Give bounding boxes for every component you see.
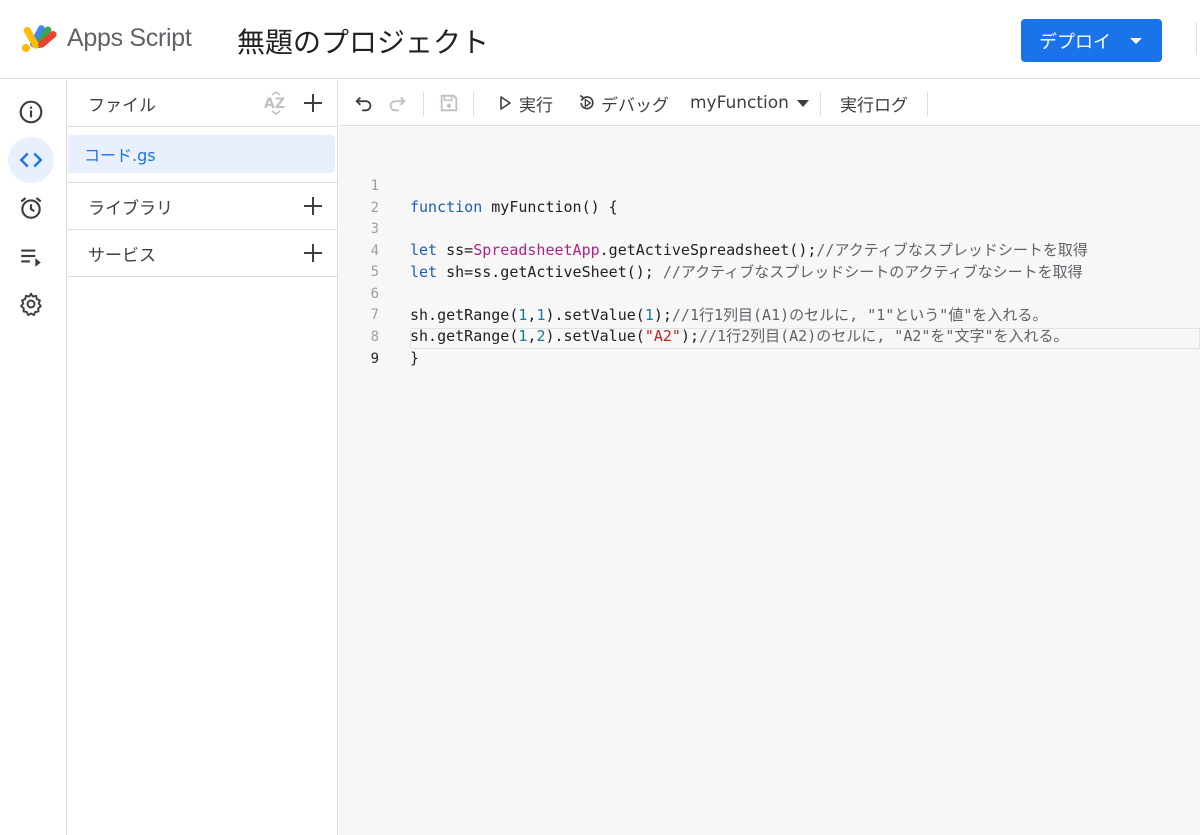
code-icon <box>19 152 43 168</box>
toolbar-separator <box>423 92 424 116</box>
function-select[interactable]: myFunction <box>690 80 809 126</box>
files-section-label: ファイル <box>88 95 156 116</box>
code-line[interactable]: 2 <box>339 177 1200 216</box>
gear-icon <box>20 292 42 317</box>
caret-down-icon <box>1130 38 1142 44</box>
save-button[interactable] <box>438 80 460 126</box>
play-icon <box>500 96 511 110</box>
redo-icon <box>389 96 406 112</box>
code-text: } <box>410 349 420 367</box>
code-line[interactable]: 7 sh.getRange(1,2).setValue("A2");//1行2列… <box>339 284 1200 345</box>
executions-list-icon <box>21 249 41 267</box>
left-nav-rail <box>0 80 67 835</box>
deploy-button[interactable]: デプロイ <box>1021 19 1162 62</box>
run-button[interactable]: 実行 <box>497 80 553 126</box>
save-disk-icon <box>440 94 458 112</box>
rail-item-triggers[interactable] <box>8 185 54 231</box>
debug-icon <box>579 94 594 110</box>
code-line[interactable]: 6 sh.getRange(1,1).setValue(1);//1行1列目(A… <box>339 263 1200 324</box>
add-service-plus-icon[interactable] <box>301 241 325 265</box>
header-divider <box>1196 22 1197 54</box>
alarm-clock-icon <box>20 197 42 219</box>
code-line[interactable]: 1 function myFunction() { <box>339 155 1200 216</box>
services-section-header: サービス <box>68 230 337 277</box>
run-button-label: 実行 <box>519 95 553 116</box>
debug-button-label: デバッグ <box>601 95 669 116</box>
undo-icon <box>355 96 372 112</box>
code-line[interactable]: 4 let sh=ss.getActiveSheet(); //アクティブなスプ… <box>339 220 1200 281</box>
caret-down-icon <box>796 99 809 107</box>
services-section-label: サービス <box>88 245 156 266</box>
debug-button[interactable]: デバッグ <box>577 80 669 126</box>
sort-az-icon[interactable]: AZ <box>263 91 289 115</box>
files-section-header: ファイル AZ <box>68 80 337 127</box>
redo-button[interactable] <box>386 80 408 126</box>
svg-text:AZ: AZ <box>264 96 285 112</box>
add-file-plus-icon[interactable] <box>301 91 325 115</box>
editor-toolbar: 実行 デバッグ myFunction 実行ログ <box>339 80 1200 126</box>
execution-log-button[interactable]: 実行ログ <box>840 80 908 126</box>
toolbar-separator <box>820 92 821 116</box>
rail-item-settings[interactable] <box>8 281 54 327</box>
libraries-section-label: ライブラリ <box>88 198 173 219</box>
rail-item-overview[interactable] <box>8 89 54 135</box>
toolbar-separator <box>927 92 928 116</box>
add-library-plus-icon[interactable] <box>301 194 325 218</box>
info-icon <box>19 100 43 124</box>
execution-log-label: 実行ログ <box>840 95 908 116</box>
file-panel: ファイル AZ コード.gs ライブラリ サービス <box>68 80 338 835</box>
file-item-code-gs[interactable]: コード.gs <box>68 135 335 173</box>
deploy-button-label: デプロイ <box>1039 31 1111 53</box>
code-editor[interactable]: 1 function myFunction() { 2 3 let ss=Spr… <box>339 127 1200 835</box>
code-line[interactable]: 8 } <box>339 306 1200 367</box>
undo-button[interactable] <box>353 80 375 126</box>
libraries-section-header: ライブラリ <box>68 183 337 230</box>
rail-item-editor[interactable] <box>8 137 54 183</box>
code-line[interactable]: 9 <box>339 328 1200 367</box>
toolbar-separator <box>473 92 474 116</box>
line-number: 9 <box>370 351 379 367</box>
app-header: Apps Script 無題のプロジェクト デプロイ <box>0 0 1200 79</box>
code-line[interactable]: 3 let ss=SpreadsheetApp.getActiveSpreads… <box>339 198 1200 259</box>
code-line[interactable]: 5 <box>339 241 1200 280</box>
file-item-label: コード.gs <box>84 146 156 165</box>
file-list: コード.gs <box>68 127 337 183</box>
apps-script-logo-icon[interactable] <box>20 22 60 56</box>
app-name[interactable]: Apps Script <box>67 24 192 53</box>
rail-item-executions[interactable] <box>8 233 54 279</box>
function-select-value: myFunction <box>690 93 789 113</box>
project-title[interactable]: 無題のプロジェクト <box>237 21 489 61</box>
